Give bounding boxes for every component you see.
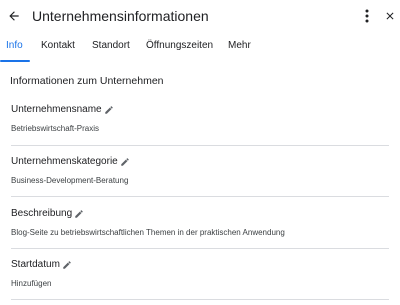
more-vert-icon xyxy=(365,9,369,23)
tab-kontakt[interactable]: Kontakt xyxy=(41,40,75,52)
field-value: Betriebswirtschaft-Praxis xyxy=(11,124,100,133)
field-label: Unternehmensname xyxy=(11,104,102,115)
field-value: Business-Development-Beratung xyxy=(11,176,129,185)
close-button[interactable] xyxy=(382,7,398,25)
close-icon xyxy=(386,12,394,20)
field-label: Beschreibung xyxy=(11,208,73,219)
page-title: Unternehmensinformationen xyxy=(32,8,209,24)
edit-pencil-icon[interactable] xyxy=(120,157,130,167)
edit-pencil-icon[interactable] xyxy=(104,105,114,115)
tab-info[interactable]: Info xyxy=(6,40,23,52)
field-label: Unternehmenskategorie xyxy=(11,156,118,167)
add-startdatum-link[interactable]: Hinzufügen xyxy=(11,279,51,289)
arrow-back-icon xyxy=(9,11,19,21)
back-button[interactable] xyxy=(5,7,23,25)
section-heading: Informationen zum Unternehmen xyxy=(10,75,164,87)
active-tab-indicator xyxy=(0,60,30,62)
field-value: Blog-Seite zu betriebswirtschaftlichen T… xyxy=(11,228,285,237)
tab-oeffnungszeiten[interactable]: Öffnungszeiten xyxy=(146,40,213,52)
field-label: Startdatum xyxy=(11,259,60,270)
divider xyxy=(11,248,389,249)
edit-pencil-icon[interactable] xyxy=(74,209,84,219)
tab-standort[interactable]: Standort xyxy=(92,40,130,52)
divider xyxy=(11,196,389,197)
tab-bar: Info Kontakt Standort Öffnungszeiten Meh… xyxy=(0,34,400,62)
divider xyxy=(11,299,389,300)
app-bar: Unternehmensinformationen xyxy=(0,0,400,32)
more-options-button[interactable] xyxy=(360,7,374,25)
tab-mehr[interactable]: Mehr xyxy=(228,40,251,52)
divider xyxy=(11,145,389,146)
edit-pencil-icon[interactable] xyxy=(62,260,72,270)
